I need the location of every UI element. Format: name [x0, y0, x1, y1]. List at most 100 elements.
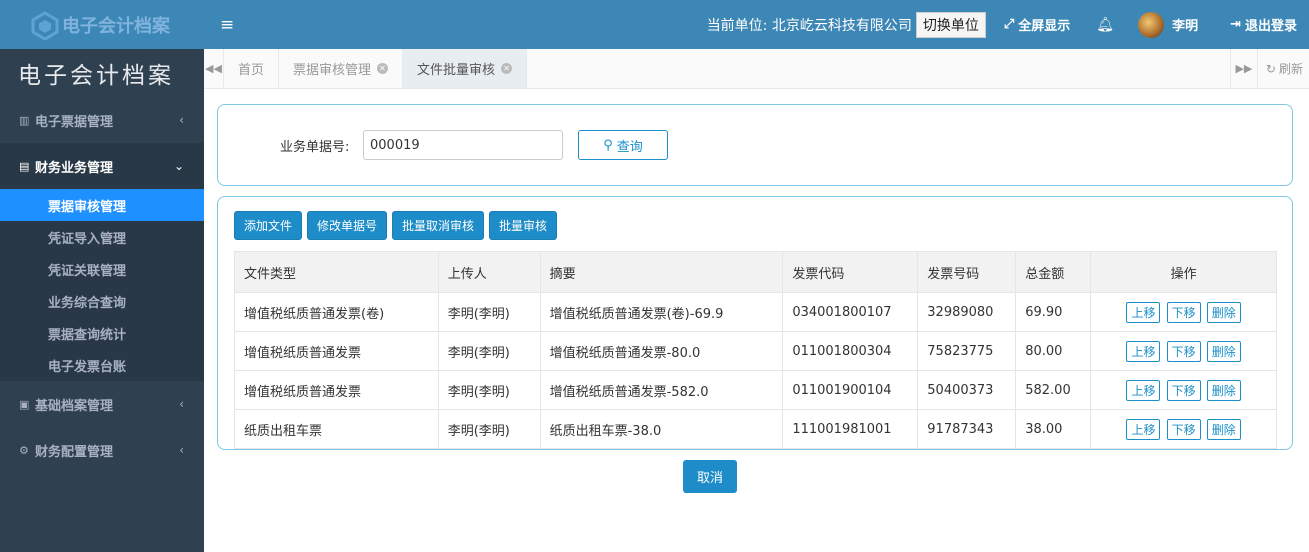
chevron-down-icon: ⌄ — [173, 159, 184, 173]
tab-invoice-review[interactable]: 票据审核管理 ✕ — [279, 49, 404, 88]
tab-batch-review[interactable]: 文件批量审核 ✕ — [403, 49, 528, 88]
file-table: 文件类型 上传人 摘要 发票代码 发票号码 总金额 操作 增值税纸质普通发票(卷… — [234, 251, 1277, 449]
sidebar-item-invoice-review[interactable]: 票据审核管理 — [0, 189, 204, 221]
move-up-button[interactable]: 上移 — [1126, 418, 1161, 440]
logout-button[interactable]: ⇥ 退出登录 — [1230, 15, 1297, 34]
cell-invoice-code: 111001981001 — [782, 409, 919, 449]
tab-label: 票据审核管理 — [293, 63, 372, 78]
chevron-left-icon: ‹ — [179, 397, 184, 411]
avatar[interactable] — [1138, 11, 1165, 38]
tab-bar: ◀◀ 首页 票据审核管理 ✕ 文件批量审核 ✕ ▶▶ ↻ 刷新 — [204, 49, 1309, 89]
table-row: 增值税纸质普通发票 李明(李明) 增值税纸质普通发票-80.0 01100180… — [234, 331, 1277, 371]
sign-out-icon: ⇥ — [1230, 17, 1241, 32]
sidebar-item-voucher-import[interactable]: 凭证导入管理 — [0, 221, 204, 253]
refresh-label: 刷新 — [1278, 62, 1303, 76]
cell-invoice-code: 011001900104 — [782, 370, 919, 410]
cell-summary: 增值税纸质普通发票-582.0 — [539, 370, 784, 410]
batch-cancel-review-button[interactable]: 批量取消审核 — [392, 211, 485, 240]
chevron-left-icon: ‹ — [179, 113, 184, 127]
cell-summary: 增值税纸质普通发票-80.0 — [539, 331, 784, 371]
sidebar-group-finance-business[interactable]: ▤ 财务业务管理 ⌄ — [0, 143, 204, 189]
add-file-button[interactable]: 添加文件 — [234, 211, 303, 240]
column-header: 摘要 — [539, 251, 784, 293]
refresh-button[interactable]: ↻ 刷新 — [1258, 49, 1309, 88]
cell-file-type: 纸质出租车票 — [234, 409, 439, 449]
move-up-button[interactable]: 上移 — [1126, 301, 1161, 323]
sidebar-item-invoice-stats[interactable]: 票据查询统计 — [0, 317, 204, 349]
move-down-button[interactable]: 下移 — [1166, 379, 1201, 401]
logo[interactable]: 电子会计档案 — [0, 0, 204, 49]
tab-label: 文件批量审核 — [417, 63, 496, 78]
barcode-icon: ▥ — [19, 113, 30, 127]
sidebar-group-basic-archive[interactable]: ▣ 基础档案管理 ‹ — [0, 381, 204, 427]
main-content: 业务单据号: ⚲查询 添加文件 修改单据号 批量取消审核 批量审核 文件类型 上… — [204, 89, 1309, 552]
tab-scroll-right-icon[interactable]: ▶▶ — [1229, 49, 1258, 88]
fullscreen-button[interactable]: ⤢ 全屏显示 — [1004, 15, 1070, 34]
cell-summary: 增值税纸质普通发票(卷)-69.9 — [539, 292, 784, 332]
column-header: 发票代码 — [782, 251, 919, 293]
profile-card-icon: ▣ — [19, 397, 30, 411]
fullscreen-label: 全屏显示 — [1018, 19, 1071, 34]
move-up-button[interactable]: 上移 — [1126, 379, 1161, 401]
cell-actions: 上移 下移 删除 — [1090, 292, 1277, 332]
move-up-button[interactable]: 上移 — [1126, 340, 1161, 362]
column-header: 文件类型 — [234, 251, 439, 293]
cell-uploader: 李明(李明) — [437, 370, 541, 410]
switch-unit-button[interactable]: 切换单位 — [915, 11, 986, 38]
cancel-button[interactable]: 取消 — [683, 460, 737, 493]
table-row: 纸质出租车票 李明(李明) 纸质出租车票-38.0 111001981001 9… — [234, 409, 1277, 449]
app-title: 电子会计档案 — [18, 63, 174, 89]
sidebar-item-business-query[interactable]: 业务综合查询 — [0, 285, 204, 317]
move-down-button[interactable]: 下移 — [1166, 301, 1201, 323]
cell-actions: 上移 下移 删除 — [1090, 331, 1277, 371]
sidebar-group-e-invoice[interactable]: ▥ 电子票据管理 ‹ — [0, 97, 204, 143]
cell-amount: 80.00 — [1015, 331, 1092, 371]
cell-uploader: 李明(李明) — [437, 409, 541, 449]
delete-button[interactable]: 删除 — [1206, 418, 1241, 440]
move-down-button[interactable]: 下移 — [1166, 340, 1201, 362]
cell-invoice-code: 011001800304 — [782, 331, 919, 371]
tab-scroll-left-icon[interactable]: ◀◀ — [204, 49, 224, 88]
chevron-left-icon: ‹ — [179, 443, 184, 457]
cell-invoice-code: 034001800107 — [782, 292, 919, 332]
table-row: 增值税纸质普通发票(卷) 李明(李明) 增值税纸质普通发票(卷)-69.9 03… — [234, 292, 1277, 332]
table-header-row: 文件类型 上传人 摘要 发票代码 发票号码 总金额 操作 — [234, 251, 1277, 293]
logout-label: 退出登录 — [1244, 19, 1297, 34]
sidebar-item-e-invoice-ledger[interactable]: 电子发票台账 — [0, 349, 204, 381]
cell-invoice-number: 91787343 — [917, 409, 1017, 449]
doc-number-label: 业务单据号: — [280, 140, 350, 155]
close-icon[interactable]: ✕ — [377, 63, 389, 74]
delete-button[interactable]: 删除 — [1206, 301, 1241, 323]
cell-amount: 38.00 — [1015, 409, 1092, 449]
search-icon: ⚲ — [603, 137, 613, 153]
cell-invoice-number: 75823775 — [917, 331, 1017, 371]
modify-doc-number-button[interactable]: 修改单据号 — [307, 211, 388, 240]
query-button[interactable]: ⚲ 查询 — [578, 130, 668, 160]
user-name[interactable]: 李明 — [1172, 15, 1198, 34]
move-down-button[interactable]: 下移 — [1166, 418, 1201, 440]
tab-home[interactable]: 首页 — [224, 49, 280, 88]
table-row: 增值税纸质普通发票 李明(李明) 增值税纸质普通发票-582.0 0110019… — [234, 370, 1277, 410]
cell-file-type: 增值税纸质普通发票 — [234, 370, 439, 410]
book-icon: ▤ — [19, 159, 30, 173]
toolbar: 添加文件 修改单据号 批量取消审核 批量审核 — [234, 211, 558, 240]
cell-invoice-number: 32989080 — [917, 292, 1017, 332]
current-unit-label: 当前单位: 北京屹云科技有限公司 — [706, 17, 912, 34]
delete-button[interactable]: 删除 — [1206, 340, 1241, 362]
sidebar-item-voucher-link[interactable]: 凭证关联管理 — [0, 253, 204, 285]
logo-text: 电子会计档案 — [62, 15, 170, 37]
sidebar-group-finance-config[interactable]: ⚙ 财务配置管理 ‹ — [0, 427, 204, 473]
batch-review-button[interactable]: 批量审核 — [489, 211, 558, 240]
bell-icon[interactable]: 🔔︎ — [1096, 17, 1114, 33]
menu-toggle-icon[interactable]: ≡ — [220, 15, 242, 35]
cell-file-type: 增值税纸质普通发票 — [234, 331, 439, 371]
logo-icon — [30, 10, 60, 41]
refresh-icon: ↻ — [1265, 61, 1276, 76]
cell-uploader: 李明(李明) — [437, 331, 541, 371]
gear-icon: ⚙ — [19, 443, 29, 457]
column-header: 总金额 — [1015, 251, 1092, 293]
tab-label: 首页 — [238, 63, 265, 78]
doc-number-input[interactable] — [363, 130, 563, 160]
delete-button[interactable]: 删除 — [1206, 379, 1241, 401]
close-icon[interactable]: ✕ — [501, 63, 513, 74]
